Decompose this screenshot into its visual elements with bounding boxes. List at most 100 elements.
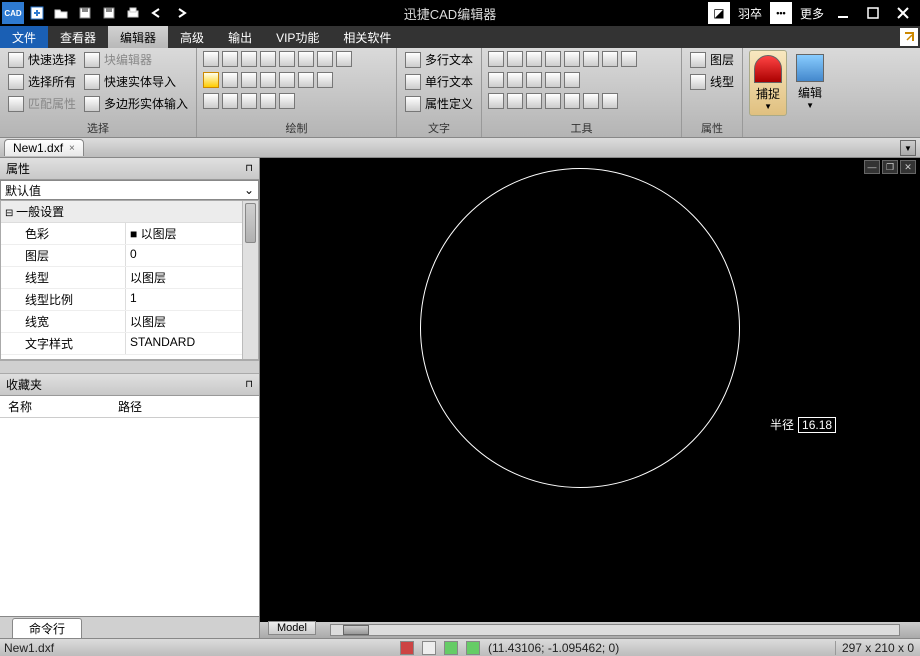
user-name[interactable]: 羽卒 xyxy=(738,5,762,22)
polyline-icon[interactable] xyxy=(222,51,238,67)
entity-import-button[interactable]: 快速实体导入 xyxy=(82,72,190,91)
ribbon-options-button[interactable] xyxy=(900,28,918,46)
select-all-button[interactable]: 选择所有 xyxy=(6,72,78,91)
save-icon[interactable] xyxy=(74,2,96,24)
canvas-minimize-icon[interactable]: — xyxy=(864,160,880,174)
singleline-text-button[interactable]: 单行文本 xyxy=(403,72,475,91)
c1-icon[interactable] xyxy=(203,93,219,109)
region-icon[interactable] xyxy=(317,51,333,67)
pointm-icon[interactable] xyxy=(298,72,314,88)
fav-col-path[interactable]: 路径 xyxy=(110,396,150,417)
property-row[interactable]: 色彩■ 以图层 xyxy=(1,223,258,245)
pin-icon[interactable]: ⊓ xyxy=(245,163,253,174)
point-icon[interactable] xyxy=(279,72,295,88)
user-icon[interactable]: ◪ xyxy=(708,2,730,24)
canvas-restore-icon[interactable]: ❐ xyxy=(882,160,898,174)
vscrollbar[interactable] xyxy=(242,201,258,359)
fav-col-name[interactable]: 名称 xyxy=(0,396,110,417)
pline2-icon[interactable] xyxy=(260,93,276,109)
property-value[interactable]: STANDARD xyxy=(126,333,258,354)
ellipse-icon[interactable] xyxy=(241,72,257,88)
polygon-icon[interactable] xyxy=(260,72,276,88)
ortho-toggle-icon[interactable] xyxy=(444,641,458,655)
app-logo-icon[interactable]: CAD xyxy=(2,2,24,24)
scale-icon[interactable] xyxy=(507,72,523,88)
layer-button[interactable]: 图层 xyxy=(688,50,736,69)
offset-icon[interactable] xyxy=(526,72,542,88)
default-combo[interactable]: 默认值 ⌄ xyxy=(0,180,259,200)
redo-icon[interactable] xyxy=(170,2,192,24)
xline-icon[interactable] xyxy=(317,72,333,88)
polar-toggle-icon[interactable] xyxy=(466,641,480,655)
mirror-icon[interactable] xyxy=(526,51,542,67)
fillet-icon[interactable] xyxy=(545,72,561,88)
copy-icon[interactable] xyxy=(488,72,504,88)
linetype-button[interactable]: 线型 xyxy=(688,72,736,91)
hscroll-thumb[interactable] xyxy=(343,625,369,635)
t7-icon[interactable] xyxy=(602,51,618,67)
more-label[interactable]: 更多 xyxy=(800,5,824,22)
tab-editor[interactable]: 编辑器 xyxy=(108,26,168,48)
property-value[interactable]: 以图层 xyxy=(126,267,258,288)
circle-entity[interactable] xyxy=(420,168,740,488)
t10-icon[interactable] xyxy=(602,93,618,109)
line-icon[interactable] xyxy=(203,51,219,67)
close-button[interactable] xyxy=(892,2,914,24)
move-icon[interactable] xyxy=(488,51,504,67)
open-icon[interactable] xyxy=(50,2,72,24)
tabs-dropdown-button[interactable]: ▼ xyxy=(900,140,916,156)
scroll-thumb[interactable] xyxy=(245,203,256,243)
stretch-icon[interactable] xyxy=(507,93,523,109)
tab-file[interactable]: 文件 xyxy=(0,26,48,48)
more-icon[interactable]: ••• xyxy=(770,2,792,24)
poly-import-button[interactable]: 多边形实体输入 xyxy=(82,94,190,113)
boundary-icon[interactable] xyxy=(241,93,257,109)
minimize-button[interactable] xyxy=(832,2,854,24)
join-icon[interactable] xyxy=(564,93,580,109)
command-line-tab[interactable]: 命令行 xyxy=(12,618,82,638)
canvas-close-icon[interactable]: ✕ xyxy=(900,160,916,174)
radius-value-input[interactable]: 16.18 xyxy=(798,417,836,433)
tab-related[interactable]: 相关软件 xyxy=(331,26,403,48)
property-value[interactable]: 以图层 xyxy=(126,311,258,332)
tab-vip[interactable]: VIP功能 xyxy=(264,26,331,48)
trim-icon[interactable] xyxy=(545,51,561,67)
t8-icon[interactable] xyxy=(621,51,637,67)
property-value[interactable]: ■ 以图层 xyxy=(126,223,258,244)
polygon-draw-icon[interactable] xyxy=(336,51,352,67)
close-tab-icon[interactable]: × xyxy=(69,143,75,154)
ray-icon[interactable] xyxy=(298,51,314,67)
spline-icon[interactable] xyxy=(279,51,295,67)
new-icon[interactable] xyxy=(26,2,48,24)
maximize-button[interactable] xyxy=(862,2,884,24)
property-row[interactable]: 线宽以图层 xyxy=(1,311,258,333)
tab-advanced[interactable]: 高级 xyxy=(168,26,216,48)
pin-icon[interactable]: ⊓ xyxy=(245,379,253,390)
donut-icon[interactable] xyxy=(222,72,238,88)
edit-button[interactable]: 编辑 ▼ xyxy=(791,50,829,114)
snap-toggle-icon[interactable] xyxy=(400,641,414,655)
hatch-icon[interactable] xyxy=(222,93,238,109)
multiline-text-button[interactable]: 多行文本 xyxy=(403,50,475,69)
property-row[interactable]: 线型比例1 xyxy=(1,289,258,311)
drawing-canvas[interactable]: — ❐ ✕ 半径 16.18 xyxy=(260,158,920,622)
quick-select-button[interactable]: 快速选择 xyxy=(6,50,78,69)
t9-icon[interactable] xyxy=(583,93,599,109)
tab-output[interactable]: 输出 xyxy=(216,26,264,48)
t6-icon[interactable] xyxy=(583,51,599,67)
splitter[interactable] xyxy=(0,360,259,374)
print-icon[interactable] xyxy=(122,2,144,24)
snap-button[interactable]: 捕捉 ▼ xyxy=(749,50,787,116)
property-value[interactable]: 0 xyxy=(126,245,258,266)
grid-toggle-icon[interactable] xyxy=(422,641,436,655)
hscrollbar[interactable] xyxy=(330,624,900,636)
tab-viewer[interactable]: 查看器 xyxy=(48,26,108,48)
property-row[interactable]: 文字样式STANDARD xyxy=(1,333,258,355)
chamfer-icon[interactable] xyxy=(564,72,580,88)
rect-icon[interactable] xyxy=(241,51,257,67)
document-tab[interactable]: New1.dxf × xyxy=(4,139,84,156)
rotate-icon[interactable] xyxy=(507,51,523,67)
arc-icon[interactable] xyxy=(260,51,276,67)
circle-icon[interactable] xyxy=(203,72,219,88)
property-grid[interactable]: ⊟ 一般设置 色彩■ 以图层图层0线型以图层线型比例1线宽以图层文字样式STAN… xyxy=(0,200,259,360)
